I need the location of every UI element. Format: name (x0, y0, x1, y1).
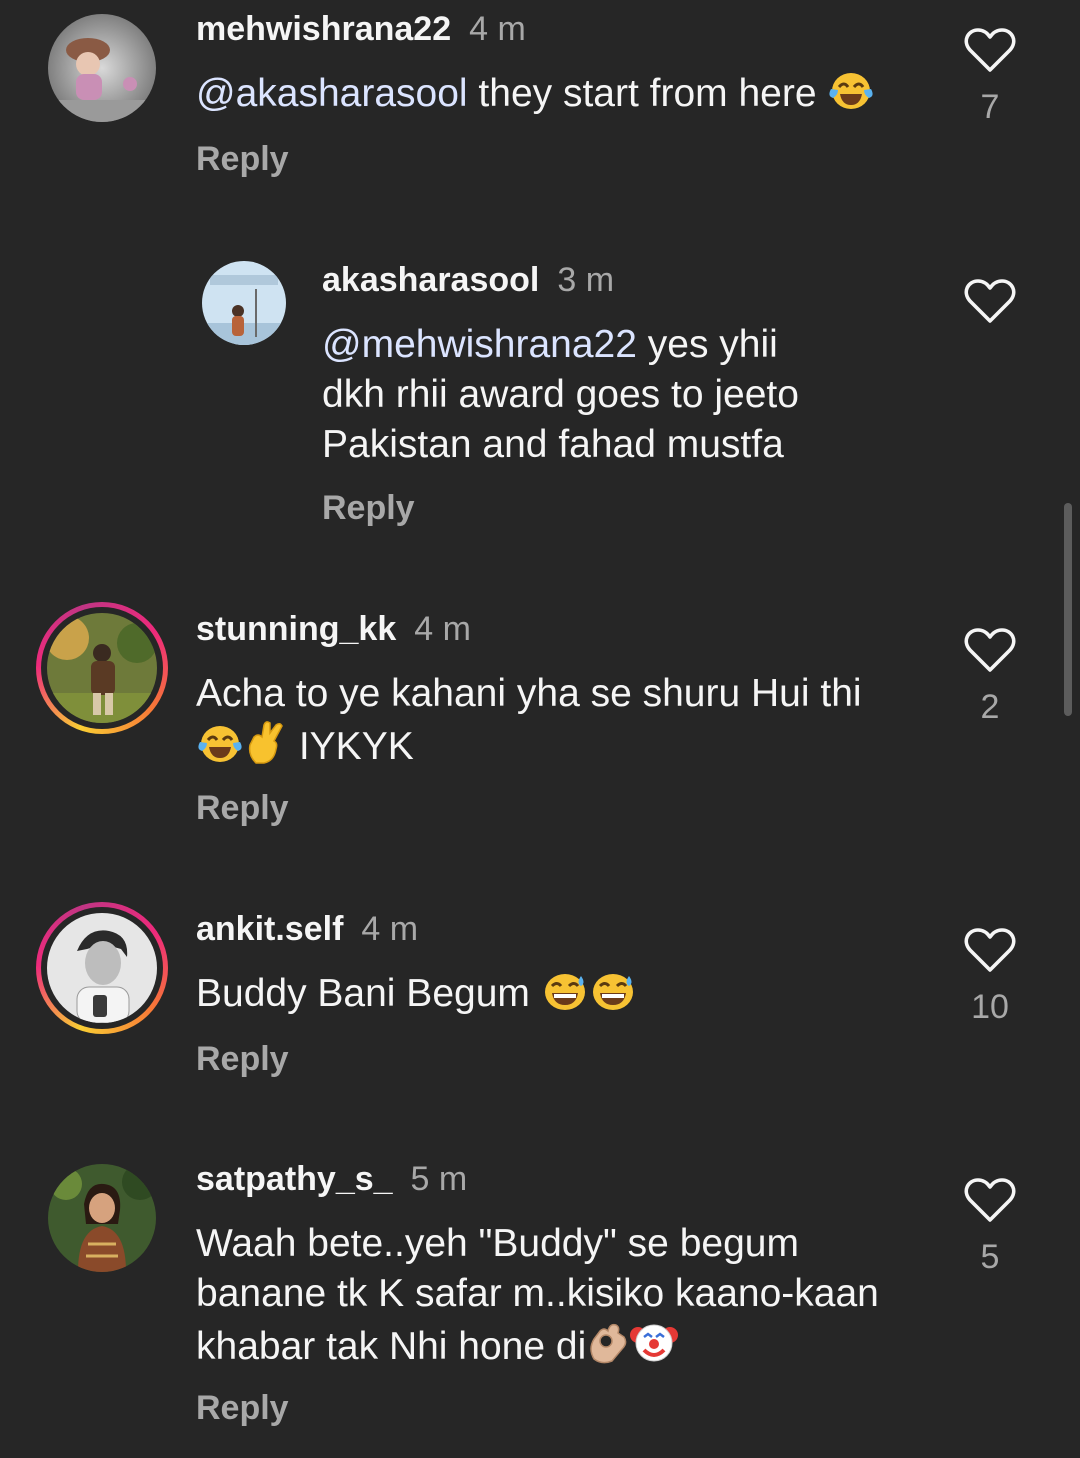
reply-button[interactable]: Reply (196, 1039, 289, 1079)
username[interactable]: satpathy_s_ (196, 1160, 393, 1198)
heart-outline-icon[interactable] (964, 278, 1016, 324)
tears-of-joy-emoji-icon (829, 73, 873, 109)
like-count: 10 (971, 988, 1009, 1026)
avatar-story-ring[interactable] (36, 602, 168, 734)
like-count: 2 (980, 688, 1000, 726)
avatar-story-ring[interactable] (36, 902, 168, 1034)
timestamp: 4 m (469, 10, 526, 48)
comment-text-line: yes yhii (636, 323, 778, 366)
comment-text-line: Acha to ye kahani yha se shuru Hui thi (196, 672, 862, 715)
comment-header: akasharasool 3 m (322, 260, 614, 300)
like-control: 7 (962, 27, 1018, 127)
grinning-face-with-sweat-emoji-icon (592, 974, 633, 1010)
heart-outline-icon[interactable] (964, 27, 1016, 73)
username[interactable]: ankit.self (196, 910, 343, 948)
like-control: 2 (962, 627, 1018, 727)
mention-link[interactable]: @mehwishrana22 (322, 323, 637, 366)
comment-text-line: Waah bete..yeh "Buddy" se begum (196, 1222, 799, 1265)
comment-text: Buddy Bani Begum (196, 969, 936, 1019)
like-count: 7 (980, 88, 1000, 126)
username[interactable]: mehwishrana22 (196, 10, 451, 48)
crossed-fingers-emoji-icon (248, 721, 283, 764)
username[interactable]: stunning_kk (196, 610, 396, 648)
timestamp: 4 m (361, 910, 419, 948)
like-count: 5 (980, 1238, 1000, 1276)
comment-text-content: they start from here (467, 72, 828, 115)
comment-text-line: dkh rhii award goes to jeeto (322, 373, 799, 416)
like-control: 10 (962, 927, 1018, 1027)
comment-header: stunning_kk 4 m (196, 609, 471, 649)
reply-button[interactable]: Reply (322, 488, 415, 528)
like-control (962, 278, 1018, 324)
comment-text-line: Pakistan and fahad mustfa (322, 423, 784, 466)
comment-text-content: Buddy Bani Begum (196, 972, 541, 1015)
ok-hand-emoji-icon (590, 1323, 627, 1364)
avatar-image (47, 913, 157, 1023)
comment-text-line: khabar tak Nhi hone di (196, 1325, 587, 1368)
comment-text: @mehwishrana22 yes yhii dkh rhii award g… (322, 320, 942, 470)
comment-header: satpathy_s_ 5 m (196, 1159, 467, 1199)
mention-link[interactable]: @akasharasool (196, 72, 468, 115)
reply-button[interactable]: Reply (196, 139, 289, 179)
reply-button[interactable]: Reply (196, 788, 289, 828)
avatar-image (202, 261, 286, 345)
comment-text: @akasharasool they start from here (196, 69, 936, 119)
reply-button[interactable]: Reply (196, 1388, 289, 1428)
avatar-image (47, 613, 157, 723)
timestamp: 5 m (410, 1160, 468, 1198)
avatar[interactable] (48, 14, 156, 122)
like-control: 5 (962, 1177, 1018, 1277)
avatar[interactable] (202, 261, 286, 345)
timestamp: 4 m (414, 610, 471, 648)
comment-text-line: IYKYK (288, 725, 414, 768)
heart-outline-icon[interactable] (964, 1177, 1016, 1223)
timestamp: 3 m (557, 261, 615, 299)
comment-text-line: banane tk K safar m..kisiko kaano-kaan (196, 1272, 879, 1315)
heart-outline-icon[interactable] (964, 927, 1016, 973)
tears-of-joy-emoji-icon (198, 726, 242, 762)
comment-text: Waah bete..yeh "Buddy" se begum banane t… (196, 1219, 956, 1372)
comment-header: mehwishrana22 4 m (196, 9, 526, 49)
username[interactable]: akasharasool (322, 261, 539, 299)
avatar[interactable] (48, 1164, 156, 1272)
clown-face-emoji-icon (630, 1324, 679, 1362)
heart-outline-icon[interactable] (964, 627, 1016, 673)
comment-text: Acha to ye kahani yha se shuru Hui thi I… (196, 669, 936, 772)
scrollbar-thumb[interactable] (1064, 503, 1072, 716)
avatar-image (48, 1164, 156, 1272)
avatar-image (48, 14, 156, 122)
grinning-face-with-sweat-emoji-icon (544, 974, 585, 1010)
comment-header: ankit.self 4 m (196, 909, 418, 949)
